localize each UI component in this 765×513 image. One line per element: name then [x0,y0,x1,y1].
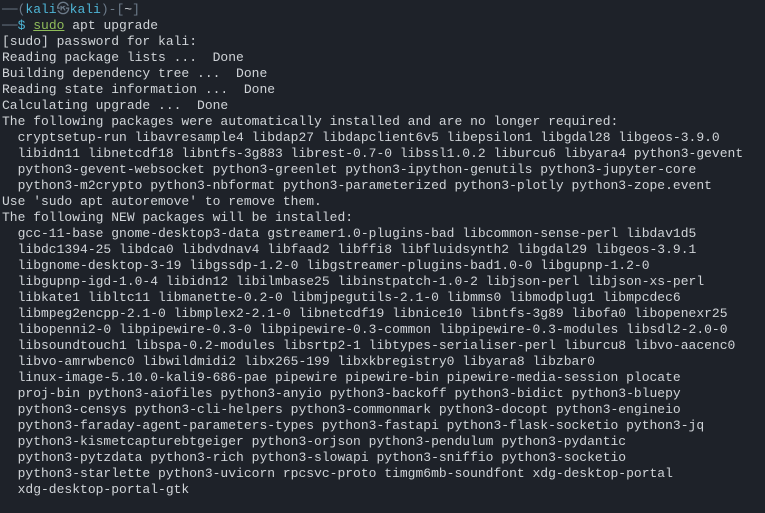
command-args: apt upgrade [64,18,158,33]
prompt-host: kali [70,2,101,17]
output-line: Building dependency tree ... Done [0,66,765,82]
command-sudo: sudo [33,18,64,33]
prompt-decor: )-[ [101,2,124,17]
prompt-decor: ── [2,18,18,33]
prompt-at: ㉿ [57,2,70,17]
prompt-cwd: ~ [124,2,132,17]
output-line: libmpeg2encpp-2.1-0 libmplex2-2.1-0 libn… [0,306,765,322]
output-line: libgupnp-igd-1.0-4 libidn12 libilmbase25… [0,274,765,290]
output-line: xdg-desktop-portal-gtk [0,482,765,498]
output-line: libvo-amrwbenc0 libwildmidi2 libx265-199… [0,354,765,370]
output-line: Use 'sudo apt autoremove' to remove them… [0,194,765,210]
output-line: proj-bin python3-aiofiles python3-anyio … [0,386,765,402]
prompt-line-2[interactable]: ──$ sudo apt upgrade [0,18,765,34]
output-line: python3-censys python3-cli-helpers pytho… [0,402,765,418]
output-line: python3-starlette python3-uvicorn rpcsvc… [0,466,765,482]
output-line: Calculating upgrade ... Done [0,98,765,114]
prompt-user: kali [25,2,56,17]
prompt-decor: ] [132,2,140,17]
output-line: python3-gevent-websocket python3-greenle… [0,162,765,178]
output-line: libdc1394-25 libdca0 libdvdnav4 libfaad2… [0,242,765,258]
output-line: libidn11 libnetcdf18 libntfs-3g883 libre… [0,146,765,162]
output-line: [sudo] password for kali: [0,34,765,50]
output-line: The following NEW packages will be insta… [0,210,765,226]
prompt-line-1: ──(kali㉿kali)-[~] [0,2,765,18]
output-line: linux-image-5.10.0-kali9-686-pae pipewir… [0,370,765,386]
output-line: python3-m2crypto python3-nbformat python… [0,178,765,194]
output-line: python3-faraday-agent-parameters-types p… [0,418,765,434]
prompt-symbol: $ [18,18,34,33]
output-line: gcc-11-base gnome-desktop3-data gstreame… [0,226,765,242]
output-line: The following packages were automaticall… [0,114,765,130]
output-line: Reading state information ... Done [0,82,765,98]
output-line: python3-kismetcapturebtgeiger python3-or… [0,434,765,450]
output-line: libopenni2-0 libpipewire-0.3-0 libpipewi… [0,322,765,338]
output-line: libgnome-desktop-3-19 libgssdp-1.2-0 lib… [0,258,765,274]
output-line: python3-pytzdata python3-rich python3-sl… [0,450,765,466]
output-line: libkate1 libltc11 libmanette-0.2-0 libmj… [0,290,765,306]
output-line: libsoundtouch1 libspa-0.2-modules libsrt… [0,338,765,354]
prompt-decor: ──( [2,2,25,17]
output-line: Reading package lists ... Done [0,50,765,66]
output-line: cryptsetup-run libavresample4 libdap27 l… [0,130,765,146]
